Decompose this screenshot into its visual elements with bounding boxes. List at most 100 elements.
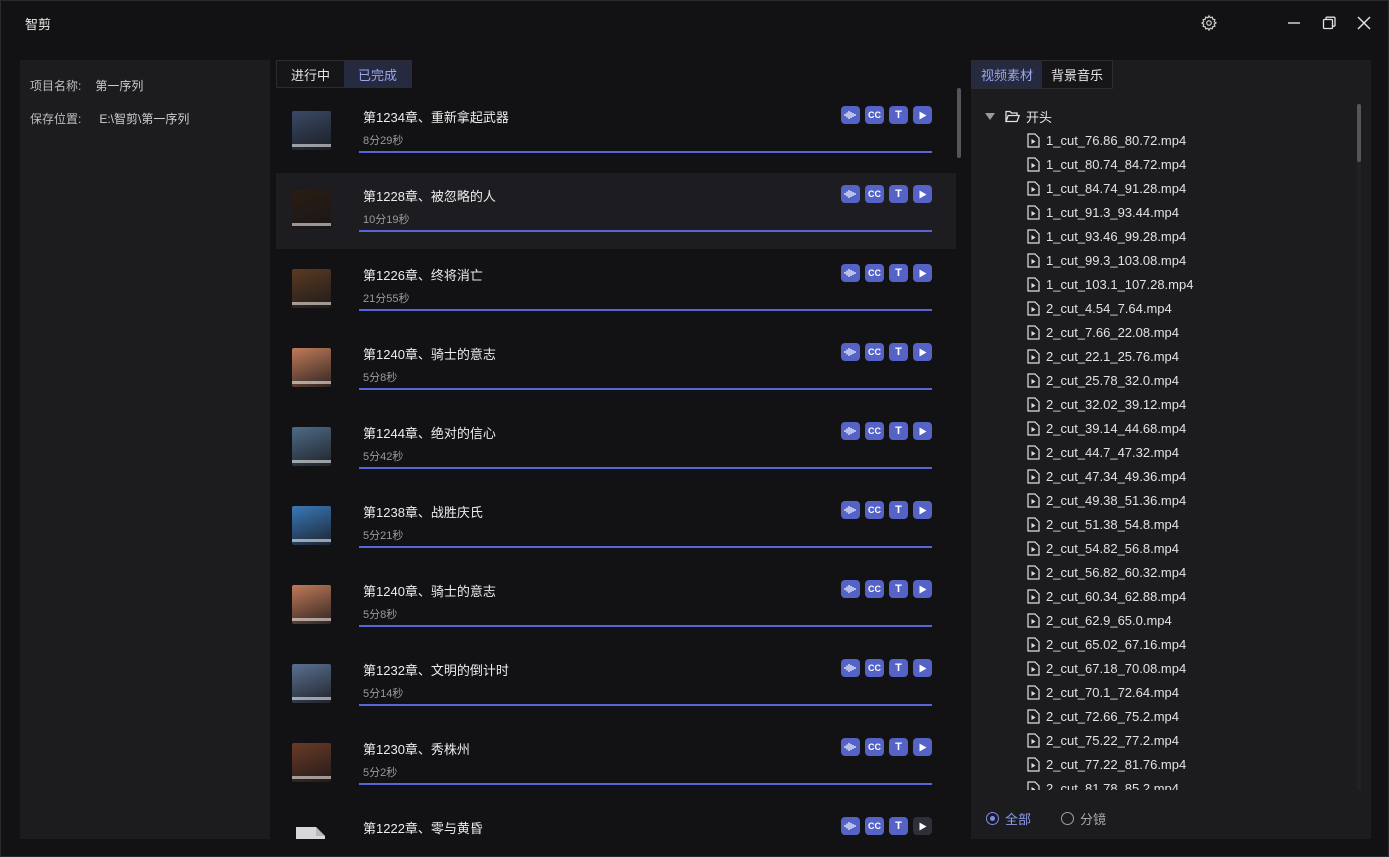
cc-icon[interactable]: CC [865,659,884,677]
play-icon[interactable] [913,580,932,598]
text-icon[interactable]: T [889,343,908,361]
play-icon[interactable] [913,264,932,282]
text-icon[interactable]: T [889,817,908,835]
close-button[interactable] [1350,9,1378,37]
folder-node[interactable]: 开头 [985,104,1052,128]
audio-wave-icon[interactable] [841,422,860,440]
task-item[interactable]: 第1244章、绝对的信心 5分42秒 CC T [276,410,956,486]
minimize-icon [1288,22,1300,24]
play-icon[interactable] [913,817,932,835]
play-icon[interactable] [913,738,932,756]
text-icon[interactable]: T [889,264,908,282]
minimize-button[interactable] [1280,9,1308,37]
task-item[interactable]: 第1226章、终将消亡 21分55秒 CC T [276,252,956,328]
file-node[interactable]: 2_cut_72.66_75.2.mp4 [1027,704,1179,728]
gear-icon[interactable] [1195,9,1223,37]
file-node[interactable]: 2_cut_75.22_77.2.mp4 [1027,728,1179,752]
cc-icon[interactable]: CC [865,580,884,598]
task-item[interactable]: 第1230章、秀株州 5分2秒 CC T [276,726,956,802]
file-tree-scrollbar-thumb[interactable] [1357,104,1361,162]
cc-icon[interactable]: CC [865,106,884,124]
text-icon[interactable]: T [889,580,908,598]
play-icon[interactable] [913,106,932,124]
audio-wave-icon[interactable] [841,185,860,203]
text-icon[interactable]: T [889,738,908,756]
file-node[interactable]: 1_cut_80.74_84.72.mp4 [1027,152,1186,176]
task-item[interactable]: 第1234章、重新拿起武器 8分29秒 CC T [276,94,956,170]
file-node[interactable]: 2_cut_60.34_62.88.mp4 [1027,584,1186,608]
cc-icon[interactable]: CC [865,422,884,440]
file-node[interactable]: 2_cut_44.7_47.32.mp4 [1027,440,1179,464]
audio-wave-icon[interactable] [841,106,860,124]
file-node[interactable]: 2_cut_25.78_32.0.mp4 [1027,368,1179,392]
file-node[interactable]: 2_cut_77.22_81.76.mp4 [1027,752,1186,776]
video-thumbnail [292,585,331,624]
task-item[interactable]: 第1240章、骑士的意志 5分8秒 CC T [276,331,956,407]
cc-icon[interactable]: CC [865,185,884,203]
cc-icon[interactable]: CC [865,501,884,519]
file-node[interactable]: 2_cut_81.78_85.2.mp4 [1027,776,1179,790]
project-info-panel: 项目名称: 第一序列 保存位置: E:\智剪\第一序列 [20,60,270,839]
video-file-icon [1027,708,1040,724]
file-node[interactable]: 1_cut_93.46_99.28.mp4 [1027,224,1186,248]
tab-background-music[interactable]: 背景音乐 [1042,61,1112,88]
task-item[interactable]: 第1228章、被忽略的人 10分19秒 CC T [276,173,956,249]
file-node[interactable]: 2_cut_22.1_25.76.mp4 [1027,344,1179,368]
audio-wave-icon[interactable] [841,817,860,835]
text-icon[interactable]: T [889,185,908,203]
task-progress-line [359,546,932,548]
file-node[interactable]: 1_cut_76.86_80.72.mp4 [1027,128,1186,152]
maximize-button[interactable] [1315,9,1343,37]
play-icon[interactable] [913,501,932,519]
audio-wave-icon[interactable] [841,580,860,598]
tab-video-assets[interactable]: 视频素材 [972,61,1043,88]
audio-wave-icon[interactable] [841,501,860,519]
cc-icon[interactable]: CC [865,264,884,282]
file-node[interactable]: 2_cut_32.02_39.12.mp4 [1027,392,1186,416]
play-icon[interactable] [913,185,932,203]
expand-arrow-icon[interactable] [985,112,995,120]
file-node[interactable]: 2_cut_39.14_44.68.mp4 [1027,416,1186,440]
text-icon[interactable]: T [889,422,908,440]
cc-icon[interactable]: CC [865,343,884,361]
radio-all[interactable]: 全部 [986,809,1031,828]
file-node[interactable]: 1_cut_103.1_107.28.mp4 [1027,272,1193,296]
task-list-scrollbar[interactable] [957,88,961,158]
audio-wave-icon[interactable] [841,343,860,361]
task-item[interactable]: 第1222章、零与黄昏 CC T [276,805,956,839]
play-icon[interactable] [913,343,932,361]
task-item[interactable]: 第1238章、战胜庆氏 5分21秒 CC T [276,489,956,565]
file-node[interactable]: 2_cut_62.9_65.0.mp4 [1027,608,1172,632]
file-node[interactable]: 2_cut_56.82_60.32.mp4 [1027,560,1186,584]
radio-storyboard[interactable]: 分镜 [1061,809,1106,828]
cc-icon[interactable]: CC [865,738,884,756]
file-node[interactable]: 1_cut_91.3_93.44.mp4 [1027,200,1179,224]
radio-all-indicator[interactable] [986,812,999,825]
file-node[interactable]: 2_cut_67.18_70.08.mp4 [1027,656,1186,680]
file-node[interactable]: 1_cut_99.3_103.08.mp4 [1027,248,1186,272]
file-node[interactable]: 2_cut_49.38_51.36.mp4 [1027,488,1186,512]
file-node[interactable]: 2_cut_4.54_7.64.mp4 [1027,296,1172,320]
play-icon[interactable] [913,659,932,677]
file-node[interactable]: 2_cut_51.38_54.8.mp4 [1027,512,1179,536]
file-node[interactable]: 2_cut_47.34_49.36.mp4 [1027,464,1186,488]
audio-wave-icon[interactable] [841,264,860,282]
text-icon[interactable]: T [889,659,908,677]
file-node[interactable]: 2_cut_65.02_67.16.mp4 [1027,632,1186,656]
radio-storyboard-indicator[interactable] [1061,812,1075,825]
file-node[interactable]: 1_cut_84.74_91.28.mp4 [1027,176,1186,200]
file-node[interactable]: 2_cut_70.1_72.64.mp4 [1027,680,1179,704]
audio-wave-icon[interactable] [841,738,860,756]
tab-completed[interactable]: 已完成 [344,61,412,87]
file-tree-scrollbar-track[interactable] [1357,104,1361,790]
file-node[interactable]: 2_cut_54.82_56.8.mp4 [1027,536,1179,560]
task-item[interactable]: 第1232章、文明的倒计时 5分14秒 CC T [276,647,956,723]
tab-in-progress[interactable]: 进行中 [277,61,344,87]
file-node[interactable]: 2_cut_7.66_22.08.mp4 [1027,320,1179,344]
task-item[interactable]: 第1240章、骑士的意志 5分8秒 CC T [276,568,956,644]
cc-icon[interactable]: CC [865,817,884,835]
play-icon[interactable] [913,422,932,440]
text-icon[interactable]: T [889,106,908,124]
audio-wave-icon[interactable] [841,659,860,677]
text-icon[interactable]: T [889,501,908,519]
